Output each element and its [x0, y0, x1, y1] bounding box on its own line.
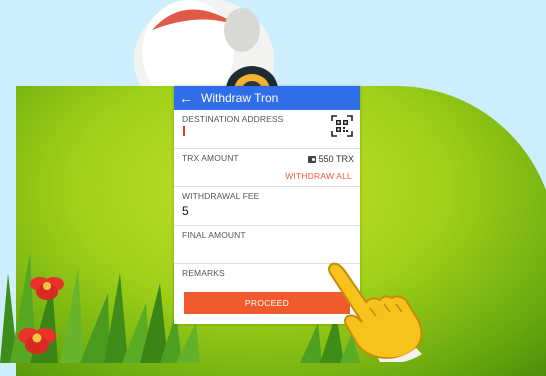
withdrawal-fee-label: WITHDRAWAL FEE — [182, 191, 260, 201]
text-cursor — [183, 126, 185, 136]
wallet-icon — [307, 155, 316, 163]
withdrawal-fee-field: WITHDRAWAL FEE 5 — [174, 187, 360, 226]
red-flower-icon — [18, 328, 56, 354]
destination-address-label: DESTINATION ADDRESS — [182, 114, 284, 124]
arrow-left-icon[interactable]: ← — [174, 90, 198, 106]
final-amount-label: FINAL AMOUNT — [182, 230, 246, 240]
final-amount-field: FINAL AMOUNT — [174, 226, 360, 264]
red-flower-icon — [30, 277, 64, 300]
destination-address-field[interactable]: DESTINATION ADDRESS — [174, 110, 360, 149]
balance-display: 550 TRX — [307, 154, 354, 164]
balance-value: 550 TRX — [318, 154, 354, 164]
trx-amount-field[interactable]: TRX AMOUNT 550 TRX WITHDRAW ALL — [174, 149, 360, 187]
withdraw-all-button[interactable]: WITHDRAW ALL — [285, 171, 352, 181]
app-bar: ← Withdraw Tron — [174, 86, 360, 110]
withdrawal-fee-value: 5 — [182, 204, 189, 218]
qr-code-icon[interactable] — [331, 115, 353, 137]
pointing-hand-icon — [328, 262, 423, 362]
page-title: Withdraw Tron — [201, 91, 279, 105]
